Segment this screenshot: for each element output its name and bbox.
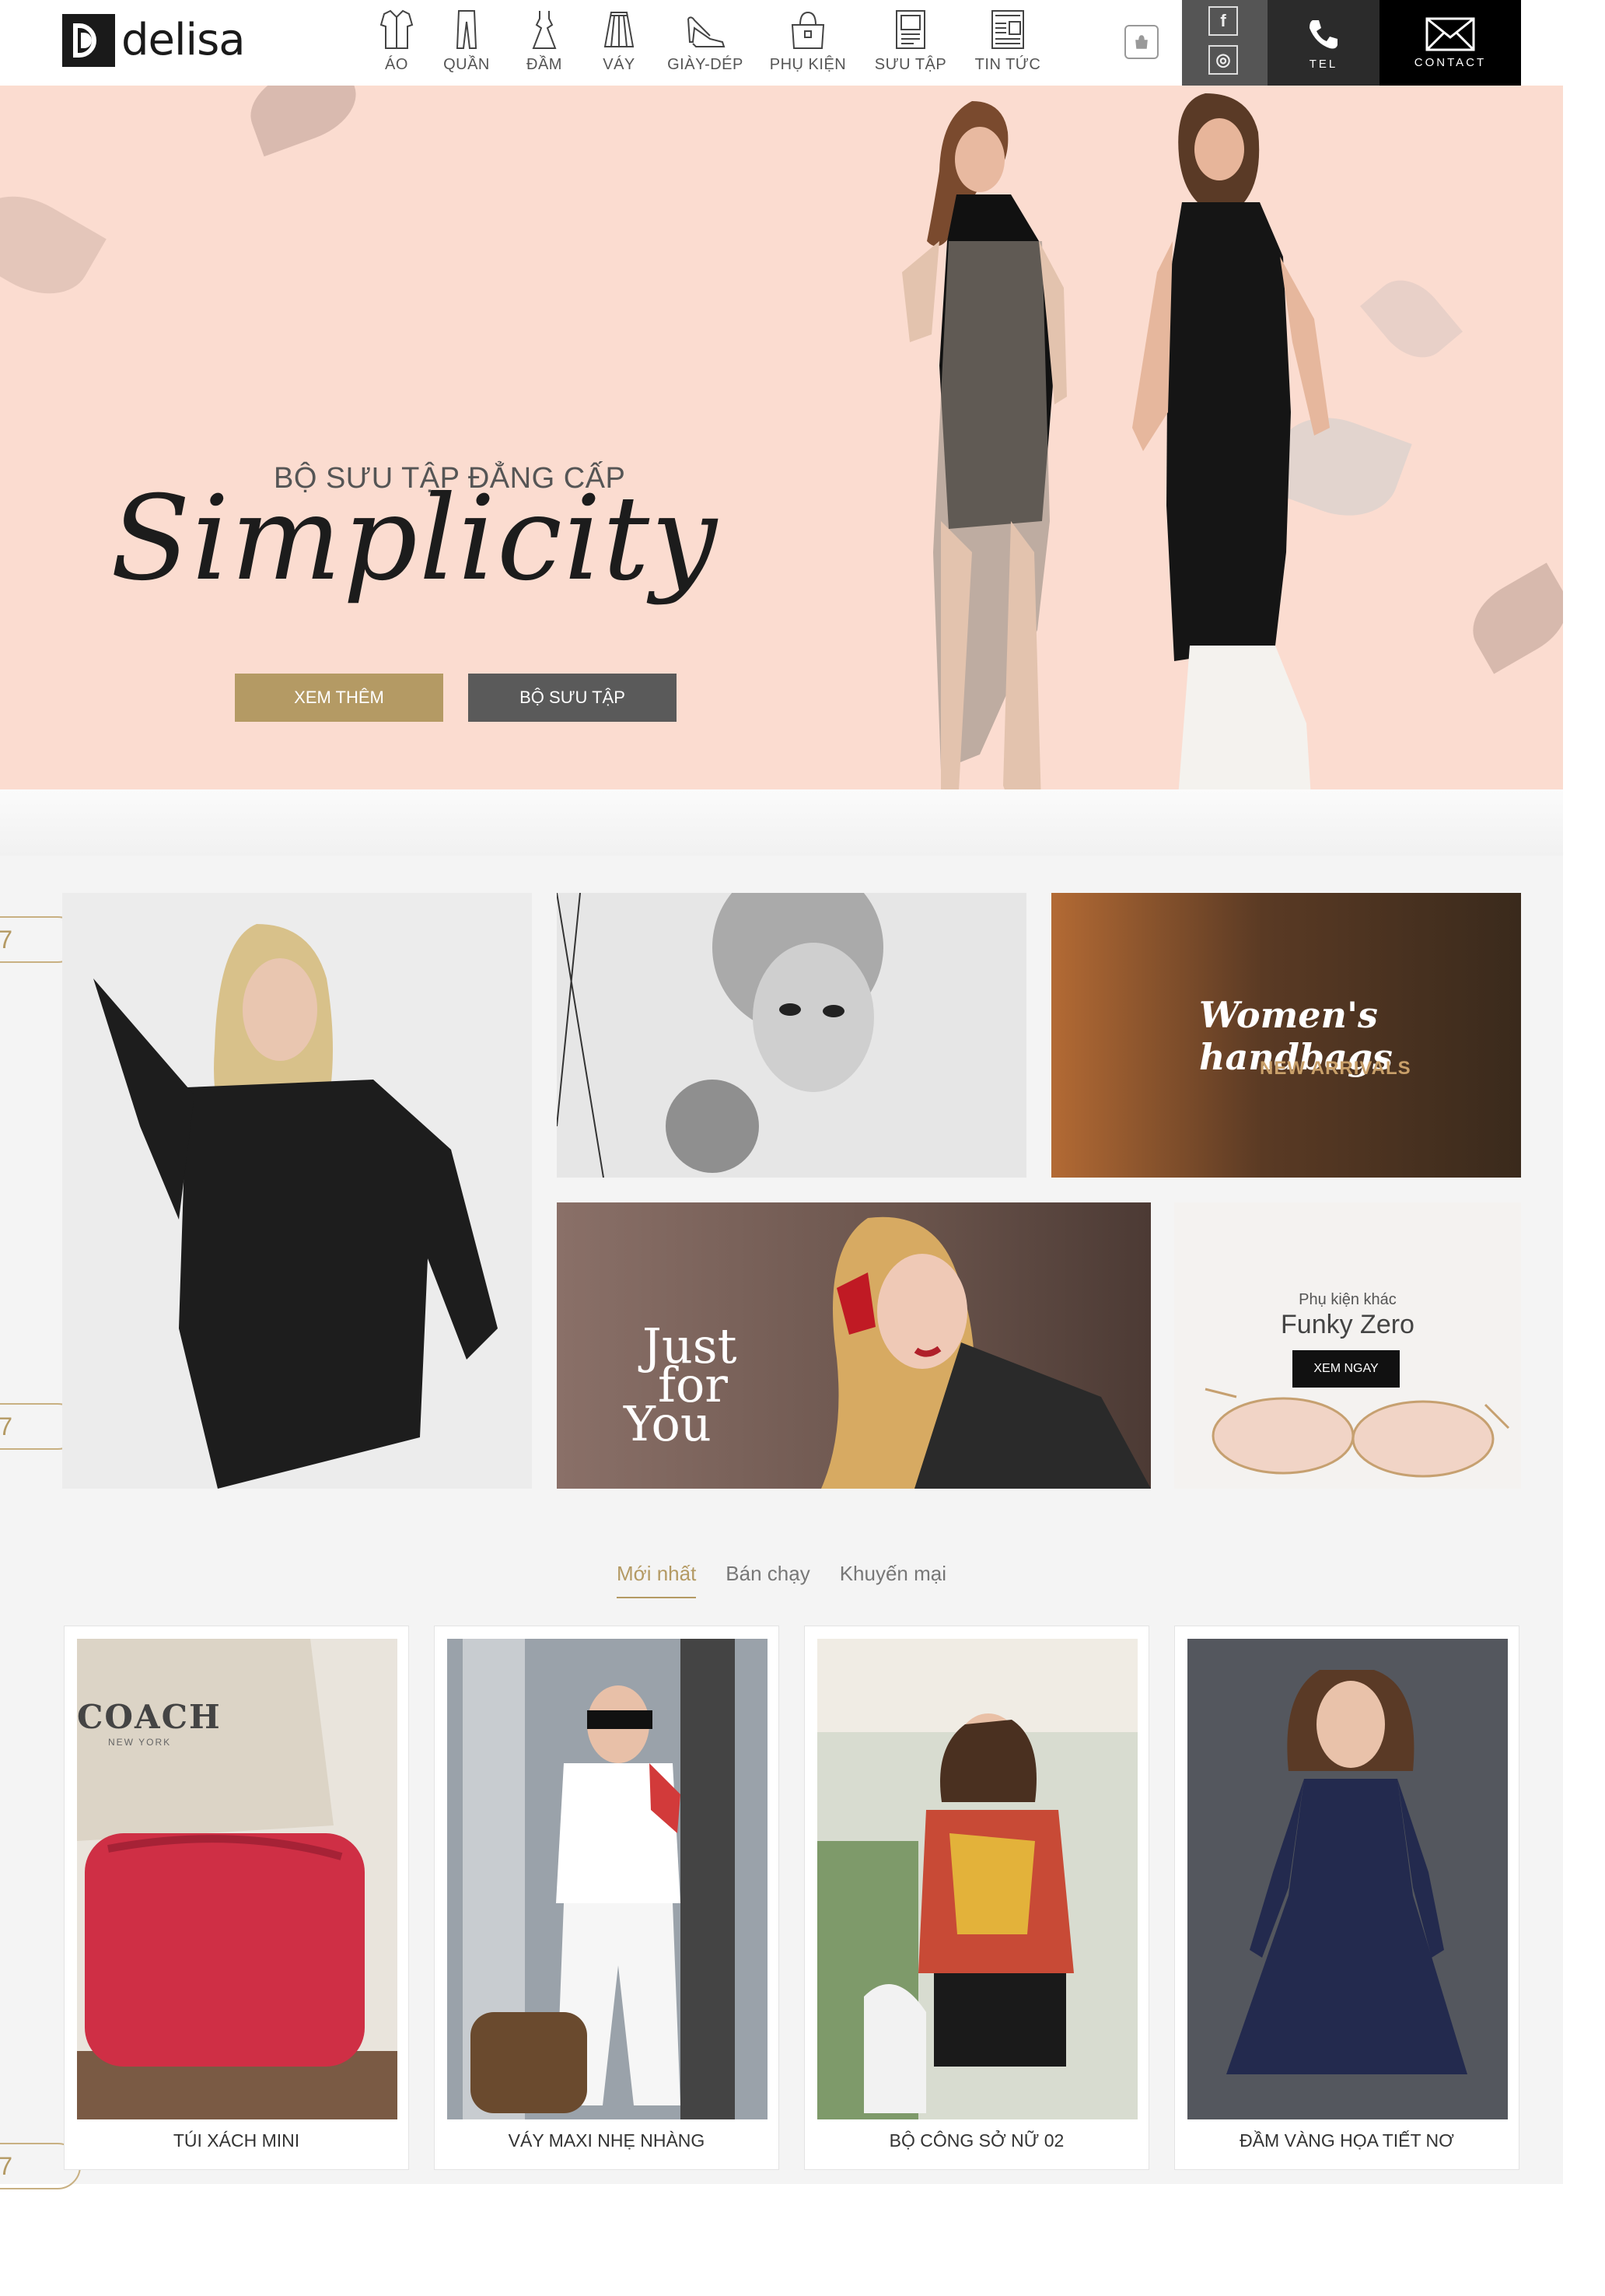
shoe-icon — [687, 16, 726, 47]
product-name[interactable]: TÚI XÁCH MINI — [65, 2130, 408, 2151]
product-name[interactable]: VÁY MAXI NHẸ NHÀNG — [435, 2130, 778, 2151]
news-icon — [991, 10, 1024, 49]
nav-item-quan[interactable]: QUẦN — [428, 0, 505, 86]
promo-photo — [821, 1216, 1151, 1489]
collection-icon — [896, 10, 925, 49]
nav-label: ĐẦM — [526, 56, 562, 73]
tel-label: TEL — [1309, 57, 1338, 71]
nav-label: TIN TỨC — [974, 56, 1041, 73]
nav-label: VÁY — [603, 56, 635, 73]
logo[interactable]: delisa — [62, 14, 246, 67]
product-name[interactable]: BỘ CÔNG SỞ NỮ 02 — [805, 2130, 1149, 2151]
cart-button[interactable] — [1124, 25, 1159, 59]
accessory-kicker: Phụ kiện khác — [1299, 1291, 1397, 1308]
nav-label: ÁO — [385, 56, 408, 73]
nav-label: QUẦN — [443, 56, 490, 73]
leaf-decoration — [0, 177, 107, 313]
nav-label: GIÀY-DÉP — [667, 56, 743, 73]
social-panel: f ◎ — [1182, 0, 1268, 86]
contact-button[interactable]: CONTACT — [1379, 0, 1521, 86]
sunglasses-photo — [1205, 1388, 1510, 1478]
promo-tile-handbags[interactable]: Women's handbags NEW ARRIVALS — [1051, 893, 1521, 1178]
bag-brand-text: COACH — [77, 1698, 222, 1736]
product-photo — [817, 1639, 1138, 2119]
tab-promotion[interactable]: Khuyến mại — [840, 1562, 946, 1598]
model-photo — [902, 101, 1067, 789]
see-more-button[interactable]: XEM THÊM — [235, 674, 443, 722]
nav-item-dam[interactable]: ĐẦM — [505, 0, 583, 86]
main-nav: ÁO QUẦN ĐẦM VÁY GIÀY-DÉP PHỤ KIỆN SƯU TẬ… — [365, 0, 1054, 86]
phone-icon — [1310, 19, 1338, 48]
tel-button[interactable]: TEL — [1268, 0, 1379, 86]
nav-item-giay-dep[interactable]: GIÀY-DÉP — [655, 0, 756, 86]
shirt-icon — [379, 9, 414, 49]
model-photo — [1132, 93, 1330, 789]
leaf-decoration — [240, 86, 367, 157]
collection-button[interactable]: BỘ SƯU TẬP — [468, 674, 677, 722]
tab-best-selling[interactable]: Bán chạy — [726, 1562, 809, 1598]
promo-tile-just-for-you[interactable]: Just for You — [557, 1202, 1151, 1489]
nav-item-tin-tuc[interactable]: TIN TỨC — [961, 0, 1054, 86]
accessory-title: Funky Zero — [1281, 1310, 1414, 1339]
hero-banner: BỘ SƯU TẬP ĐẲNG CẤP Simplicity XEM THÊM … — [0, 86, 1563, 789]
promo-tile-accessory[interactable]: Phụ kiện khác Funky Zero XEM NGAY — [1174, 1202, 1521, 1489]
product-card[interactable]: BỘ CÔNG SỞ NỮ 02 — [804, 1626, 1149, 2170]
promo-photo — [93, 924, 498, 1489]
instagram-icon[interactable]: ◎ — [1208, 45, 1238, 75]
promo-tile-sweater[interactable] — [62, 893, 532, 1489]
product-card[interactable]: ĐẦM VÀNG HỌA TIẾT NƠ — [1174, 1626, 1519, 2170]
product-image[interactable] — [817, 1639, 1138, 2119]
promo-tile-portrait[interactable] — [557, 893, 1026, 1178]
hero-title: Simplicity — [110, 471, 719, 607]
product-photo — [447, 1639, 768, 2119]
nav-item-phu-kien[interactable]: PHỤ KIỆN — [756, 0, 860, 86]
promo-photo — [557, 893, 1026, 1178]
leaf-decoration — [1459, 562, 1563, 674]
contact-label: CONTACT — [1414, 55, 1487, 69]
nav-label: PHỤ KIỆN — [769, 56, 847, 73]
cart-icon — [1135, 35, 1148, 49]
page: delisa ÁO QUẦN ĐẦM VÁY GIÀY-DÉP PHỤ KIỆN… — [0, 0, 1563, 2189]
product-image[interactable]: COACH NEW YORK — [77, 1639, 397, 2119]
product-photo — [1187, 1639, 1508, 2119]
nav-item-ao[interactable]: ÁO — [365, 0, 428, 86]
leaf-decoration — [1360, 266, 1463, 372]
nav-item-vay[interactable]: VÁY — [583, 0, 655, 86]
handbags-subtitle: NEW ARRIVALS — [1260, 1058, 1411, 1079]
nav-item-suu-tap[interactable]: SƯU TẬP — [860, 0, 961, 86]
just-for-you-text: Just for You — [624, 1322, 737, 1448]
tab-newest[interactable]: Mới nhất — [616, 1562, 697, 1598]
facebook-icon[interactable]: f — [1208, 6, 1238, 36]
handbag-icon — [791, 11, 825, 49]
logo-mark-icon — [62, 14, 115, 67]
product-image[interactable] — [1187, 1639, 1508, 2119]
skirt-icon — [603, 12, 635, 47]
mail-icon — [1425, 17, 1475, 51]
bag-brand-sub: NEW YORK — [108, 1737, 172, 1748]
site-header: delisa ÁO QUẦN ĐẦM VÁY GIÀY-DÉP PHỤ KIỆN… — [0, 0, 1563, 86]
pants-icon — [456, 10, 477, 49]
product-card[interactable]: VÁY MAXI NHẸ NHÀNG — [434, 1626, 779, 2170]
product-image[interactable] — [447, 1639, 768, 2119]
dress-icon — [532, 11, 557, 49]
logo-text: delisa — [121, 15, 246, 65]
nav-label: SƯU TẬP — [874, 56, 947, 73]
hero-floor — [0, 789, 1563, 856]
product-name[interactable]: ĐẦM VÀNG HỌA TIẾT NƠ — [1175, 2130, 1519, 2151]
product-tabs: Mới nhất Bán chạy Khuyến mại — [0, 1562, 1563, 1598]
product-card[interactable]: COACH NEW YORK TÚI XÁCH MINI — [64, 1626, 409, 2170]
